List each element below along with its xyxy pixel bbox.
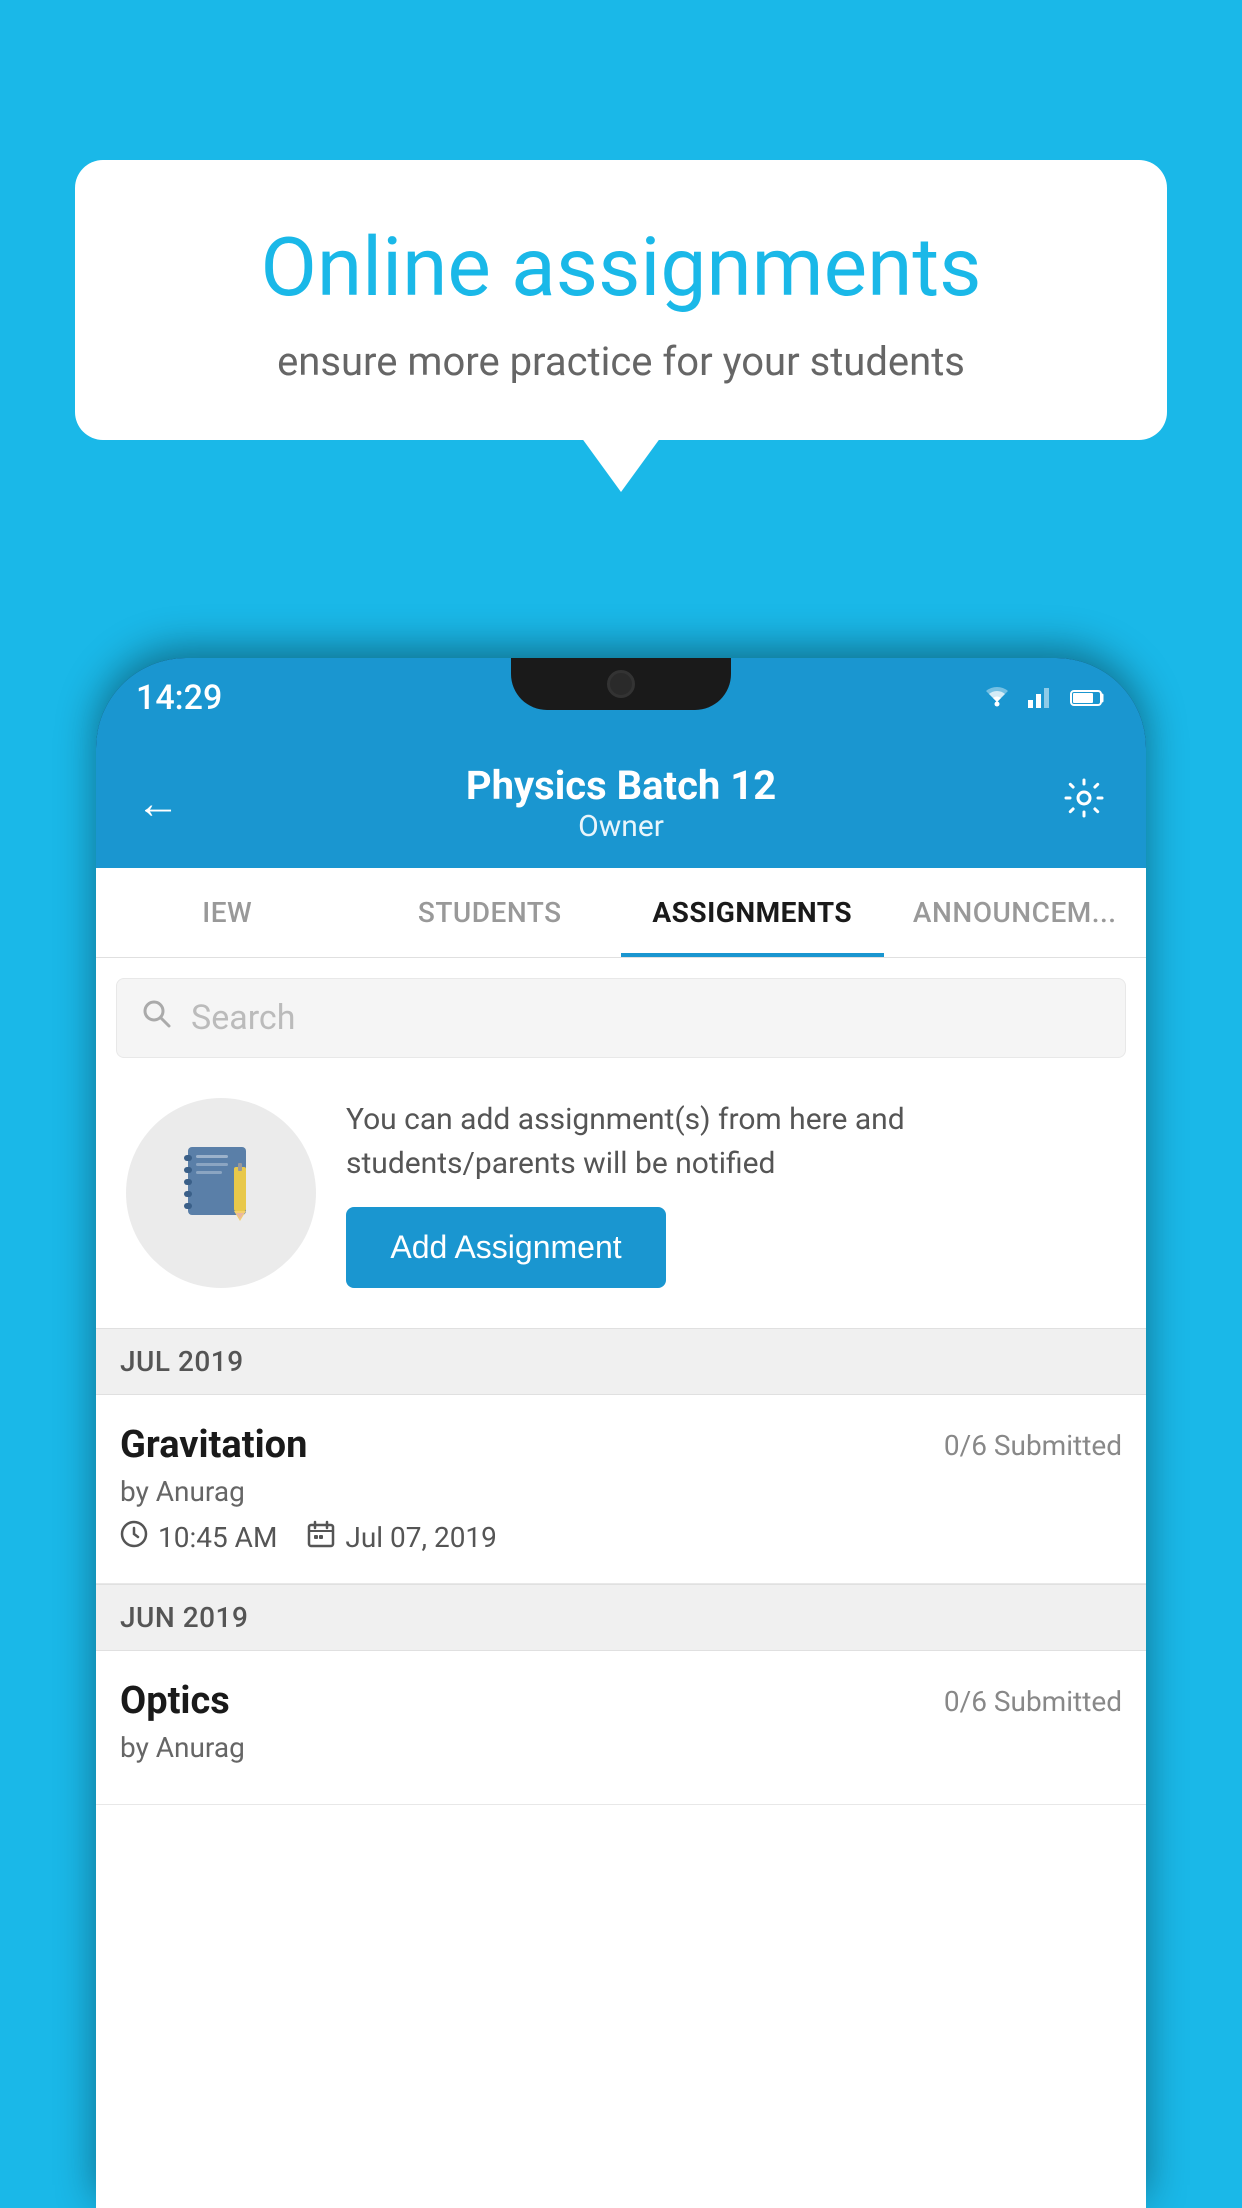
section-header-jul: JUL 2019 — [96, 1328, 1146, 1395]
settings-icon[interactable] — [1062, 776, 1106, 831]
assignment-top-row: Gravitation 0/6 Submitted — [120, 1423, 1122, 1467]
assignment-icon-circle — [126, 1098, 316, 1288]
search-bar[interactable]: Search — [116, 978, 1126, 1058]
status-icons — [980, 682, 1106, 715]
assignment-name-optics: Optics — [120, 1679, 230, 1723]
header-title: Physics Batch 12 Owner — [466, 762, 776, 844]
battery-icon — [1070, 682, 1106, 715]
assignment-name-gravitation: Gravitation — [120, 1423, 307, 1467]
signal-icon — [1028, 682, 1056, 715]
assignment-date: Jul 07, 2019 — [345, 1521, 497, 1554]
assignment-submitted-gravitation: 0/6 Submitted — [944, 1429, 1122, 1462]
search-placeholder: Search — [191, 998, 295, 1038]
info-description: You can add assignment(s) from here and … — [346, 1098, 1116, 1185]
tab-assignments[interactable]: ASSIGNMENTS — [621, 868, 884, 957]
phone-notch — [511, 658, 731, 710]
assignment-time: 10:45 AM — [158, 1521, 277, 1554]
assignment-author-optics: by Anurag — [120, 1731, 1122, 1764]
tab-view[interactable]: IEW — [96, 868, 359, 957]
assignment-submitted-optics: 0/6 Submitted — [944, 1685, 1122, 1718]
role-label: Owner — [466, 809, 776, 844]
search-icon — [141, 997, 173, 1039]
tab-announcements[interactable]: ANNOUNCEM... — [884, 868, 1147, 957]
speech-bubble: Online assignments ensure more practice … — [75, 160, 1167, 440]
assignment-meta-gravitation: 10:45 AM Jul 07, 2019 — [120, 1520, 1122, 1555]
assignment-item-gravitation[interactable]: Gravitation 0/6 Submitted by Anurag 10:4… — [96, 1395, 1146, 1584]
screen-content: Search — [96, 958, 1146, 2208]
back-button[interactable]: ← — [136, 777, 180, 829]
tab-bar: IEW STUDENTS ASSIGNMENTS ANNOUNCEM... — [96, 868, 1146, 958]
assignment-date-item: Jul 07, 2019 — [307, 1520, 497, 1555]
status-time: 14:29 — [136, 678, 222, 718]
batch-name: Physics Batch 12 — [466, 762, 776, 809]
assignment-item-optics[interactable]: Optics 0/6 Submitted by Anurag — [96, 1651, 1146, 1805]
wifi-icon — [980, 682, 1014, 715]
bubble-subtitle: ensure more practice for your students — [145, 338, 1097, 385]
assignment-top-row-optics: Optics 0/6 Submitted — [120, 1679, 1122, 1723]
bubble-title: Online assignments — [145, 220, 1097, 316]
info-text: You can add assignment(s) from here and … — [346, 1098, 1116, 1288]
notebook-icon — [176, 1137, 266, 1249]
assignment-author-gravitation: by Anurag — [120, 1475, 1122, 1508]
section-header-jun: JUN 2019 — [96, 1584, 1146, 1651]
app-header: ← Physics Batch 12 Owner — [96, 738, 1146, 868]
front-camera — [607, 670, 635, 698]
clock-icon — [120, 1520, 148, 1555]
tab-students[interactable]: STUDENTS — [359, 868, 622, 957]
calendar-icon — [307, 1520, 335, 1555]
add-assignment-button[interactable]: Add Assignment — [346, 1207, 666, 1288]
info-card: You can add assignment(s) from here and … — [116, 1078, 1126, 1308]
speech-bubble-container: Online assignments ensure more practice … — [75, 160, 1167, 440]
phone-frame: 14:29 — [96, 658, 1146, 2208]
assignment-time-item: 10:45 AM — [120, 1520, 277, 1555]
